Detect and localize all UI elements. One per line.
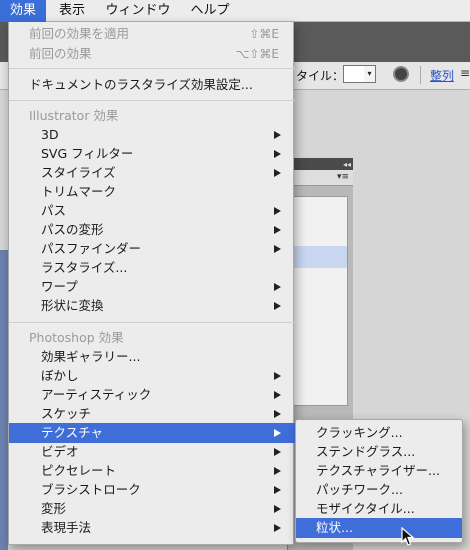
menu-separator bbox=[9, 322, 295, 323]
panel-menu-icon[interactable]: ▾≡ bbox=[337, 172, 349, 182]
menu-item-apply-last-effect: 前回の効果を適用 ⇧⌘E bbox=[9, 24, 295, 44]
submenu-item-patchwork[interactable]: パッチワーク... bbox=[296, 480, 462, 500]
menu-item-last-effect: 前回の効果 ⌥⇧⌘E bbox=[9, 44, 295, 64]
recolor-icon[interactable] bbox=[393, 66, 409, 82]
document-edge bbox=[0, 250, 8, 550]
menu-item-warp[interactable]: ワープ bbox=[9, 277, 295, 297]
menu-item-pixelate[interactable]: ピクセレート bbox=[9, 461, 295, 481]
menu-item-distort-transform[interactable]: パスの変形 bbox=[9, 220, 295, 240]
submenu-arrow-icon bbox=[274, 207, 281, 215]
menu-help[interactable]: ヘルプ bbox=[184, 0, 236, 22]
submenu-item-grain[interactable]: 粒状... bbox=[296, 518, 462, 538]
menu-item-stylize[interactable]: スタイライズ bbox=[9, 163, 295, 183]
toolbar-menu-icon[interactable]: ≡ bbox=[460, 66, 470, 80]
style-dropdown-icon[interactable]: ▾ bbox=[364, 65, 376, 83]
menu-item-pathfinder[interactable]: パスファインダー bbox=[9, 239, 295, 259]
menu-item-blur[interactable]: ぼかし bbox=[9, 366, 295, 386]
submenu-arrow-icon bbox=[274, 226, 281, 234]
submenu-arrow-icon bbox=[274, 372, 281, 380]
submenu-item-mosaic-tiles[interactable]: モザイクタイル... bbox=[296, 499, 462, 519]
menu-item-artistic[interactable]: アーティスティック bbox=[9, 385, 295, 405]
submenu-arrow-icon bbox=[274, 524, 281, 532]
toolbar-divider bbox=[420, 66, 421, 84]
submenu-arrow-icon bbox=[274, 245, 281, 253]
panel-list bbox=[293, 196, 348, 406]
menu-item-distort[interactable]: 変形 bbox=[9, 499, 295, 519]
menu-separator bbox=[9, 100, 295, 101]
menu-separator bbox=[9, 68, 295, 69]
menu-item-trim-marks[interactable]: トリムマーク bbox=[9, 182, 295, 202]
menu-item-texture[interactable]: テクスチャ bbox=[9, 423, 295, 443]
collapse-icon[interactable]: ◂◂ bbox=[343, 160, 351, 169]
style-swatch[interactable] bbox=[343, 65, 365, 83]
submenu-arrow-icon bbox=[274, 429, 281, 437]
submenu-arrow-icon bbox=[274, 467, 281, 475]
photoshop-section-header: Photoshop 効果 bbox=[29, 330, 124, 345]
menu-item-brush-strokes[interactable]: ブラシストローク bbox=[9, 480, 295, 500]
submenu-arrow-icon bbox=[274, 169, 281, 177]
submenu-arrow-icon bbox=[274, 283, 281, 291]
menu-effect[interactable]: 効果 bbox=[0, 0, 46, 22]
shortcut-label: ⌥⇧⌘E bbox=[235, 47, 279, 61]
menu-item-video[interactable]: ビデオ bbox=[9, 442, 295, 462]
submenu-item-stained-glass[interactable]: ステンドグラス... bbox=[296, 442, 462, 462]
submenu-item-texturizer[interactable]: テクスチャライザー... bbox=[296, 461, 462, 481]
menu-item-path[interactable]: パス bbox=[9, 201, 295, 221]
menu-item-effect-gallery[interactable]: 効果ギャラリー... bbox=[9, 347, 295, 367]
illustrator-section-header: Illustrator 効果 bbox=[29, 108, 119, 123]
menu-item-raster-settings[interactable]: ドキュメントのラスタライズ効果設定... bbox=[9, 75, 295, 95]
menu-item-stylize-ps[interactable]: 表現手法 bbox=[9, 518, 295, 538]
menu-item-convert-to-shape[interactable]: 形状に変換 bbox=[9, 296, 295, 316]
submenu-arrow-icon bbox=[274, 486, 281, 494]
submenu-item-craquelure[interactable]: クラッキング... bbox=[296, 423, 462, 443]
submenu-arrow-icon bbox=[274, 302, 281, 310]
texture-submenu: クラッキング... ステンドグラス... テクスチャライザー... パッチワーク… bbox=[295, 419, 463, 543]
menu-item-svg-filter[interactable]: SVG フィルター bbox=[9, 144, 295, 164]
menu-window[interactable]: ウィンドウ bbox=[100, 0, 176, 22]
submenu-arrow-icon bbox=[274, 391, 281, 399]
submenu-arrow-icon bbox=[274, 410, 281, 418]
submenu-arrow-icon bbox=[274, 131, 281, 139]
submenu-arrow-icon bbox=[274, 505, 281, 513]
submenu-arrow-icon bbox=[274, 448, 281, 456]
align-link[interactable]: 整列 bbox=[430, 67, 454, 84]
style-label: タイル： bbox=[296, 69, 345, 83]
shortcut-label: ⇧⌘E bbox=[249, 27, 279, 41]
menu-bar: 効果 表示 ウィンドウ ヘルプ bbox=[0, 0, 470, 22]
menu-item-rasterize[interactable]: ラスタライズ... bbox=[9, 258, 295, 278]
menu-item-3d[interactable]: 3D bbox=[9, 125, 295, 145]
menu-view[interactable]: 表示 bbox=[52, 0, 92, 22]
menu-item-sketch[interactable]: スケッチ bbox=[9, 404, 295, 424]
mouse-cursor-icon bbox=[401, 527, 415, 546]
submenu-arrow-icon bbox=[274, 150, 281, 158]
effect-menu: 前回の効果を適用 ⇧⌘E 前回の効果 ⌥⇧⌘E ドキュメントのラスタライズ効果設… bbox=[8, 22, 295, 545]
panel-selected-row[interactable] bbox=[294, 246, 347, 268]
